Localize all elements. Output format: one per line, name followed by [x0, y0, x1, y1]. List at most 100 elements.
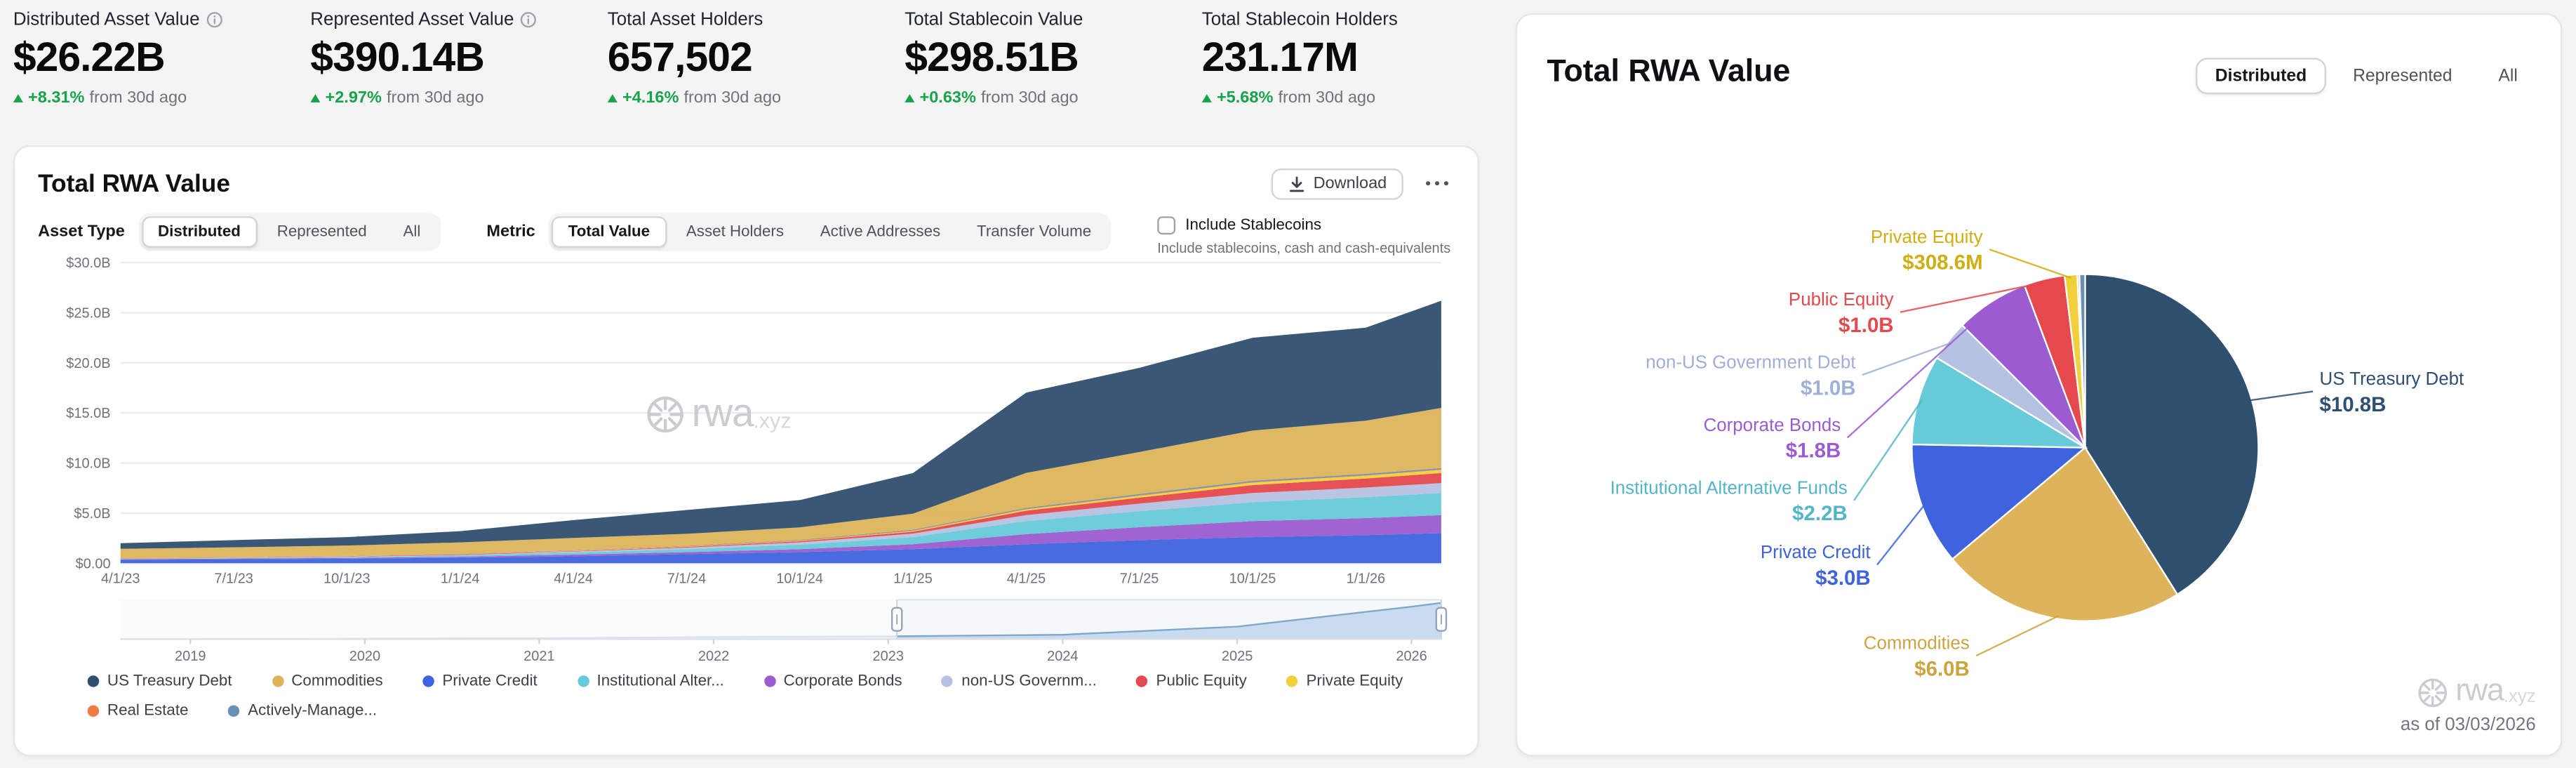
brush-year-label: 2023 — [873, 649, 904, 664]
x-tick-label: 10/1/24 — [776, 571, 823, 587]
metric-label: Metric — [486, 223, 535, 241]
stat-label: Total Stablecoin Value — [905, 10, 1083, 29]
asset-type-option-distributed[interactable]: Distributed — [141, 216, 257, 248]
include-stablecoins-checkbox[interactable] — [1157, 216, 1175, 234]
pie-callout-label-private-equity: Private Equity$308.6M — [1871, 226, 1983, 277]
legend-color-dot — [88, 675, 99, 687]
pie-label-name: Commodities — [1864, 633, 1970, 656]
watermark-suffix: .xyz — [2504, 687, 2536, 710]
legend-label: Real Estate — [107, 702, 189, 720]
chart-legend: US Treasury Debt Commodities Private Credi… — [88, 673, 1455, 732]
pie-label-value: $1.8B — [1704, 438, 1841, 465]
brush-year-label: 2019 — [175, 649, 206, 664]
asset-type-label: Asset Type — [38, 223, 125, 241]
pie-label-name: Corporate Bonds — [1704, 415, 1841, 439]
pie-callout-label-us-treasury-debt: US Treasury Debt$10.8B — [2320, 369, 2464, 419]
stat-label: Total Stablecoin Holders — [1202, 10, 1398, 29]
timeline-brush[interactable]: 20192020202120222023202420252026 — [28, 600, 1448, 666]
delta-up-icon — [310, 93, 320, 102]
total-rwa-value-chart-card: Total RWA Value Download Asset Type Dist… — [13, 145, 1479, 756]
brush-selection[interactable] — [897, 600, 1441, 639]
legend-item-non-us-governm[interactable]: non-US Governm... — [942, 673, 1097, 691]
legend-color-dot — [272, 675, 283, 687]
stat-total-stablecoin-holders: Total Stablecoin Holders 231.17M +5.68% f… — [1202, 10, 1499, 107]
pie-callout-label-private-credit: Private Credit$3.0B — [1761, 542, 1871, 592]
delta-percent: +0.63% — [919, 89, 975, 107]
pie-label-name: Institutional Alternative Funds — [1610, 477, 1848, 501]
pie-label-value: $308.6M — [1871, 250, 1983, 277]
legend-color-dot — [422, 675, 434, 687]
legend-item-commodities[interactable]: Commodities — [272, 673, 383, 691]
pie-callout-label-corporate-bonds: Corporate Bonds$1.8B — [1704, 415, 1841, 465]
metric-option-active-addresses[interactable]: Active Addresses — [803, 216, 957, 248]
metric-option-total-value[interactable]: Total Value — [552, 216, 666, 248]
brush-unselected-mask — [121, 600, 897, 639]
delta-percent: +5.68% — [1217, 89, 1273, 107]
legend-item-private-credit[interactable]: Private Credit — [422, 673, 538, 691]
delta-note: from 30d ago — [1278, 89, 1375, 107]
stat-total-stablecoin-value: Total Stablecoin Value $298.51B +0.63%fr… — [905, 10, 1201, 107]
x-tick-label: 4/1/25 — [1007, 571, 1046, 587]
legend-item-corporate-bonds[interactable]: Corporate Bonds — [763, 673, 902, 691]
delta-percent: +2.97% — [325, 89, 381, 107]
legend-label: Private Equity — [1306, 673, 1403, 691]
stat-value: 231.17M — [1202, 34, 1499, 82]
x-tick-label: 10/1/23 — [323, 571, 371, 587]
asset-type-option-all[interactable]: All — [387, 216, 437, 248]
delta-note: from 30d ago — [387, 89, 484, 107]
info-icon[interactable] — [206, 11, 223, 28]
brush-year-label: 2026 — [1396, 649, 1427, 664]
stat-value: $390.14B — [310, 34, 607, 82]
pie-label-name: US Treasury Debt — [2320, 369, 2464, 392]
stat-label: Represented Asset Value — [310, 10, 514, 29]
page: Distributed Asset Value $26.22B +8.31%fr… — [0, 0, 2576, 768]
legend-row: US Treasury Debt Commodities Private Credi… — [88, 673, 1455, 691]
more-options-button[interactable] — [1417, 177, 1458, 190]
pie-footer: rwa.xyz as of 03/03/2026 — [2401, 674, 2536, 735]
metric-option-transfer-volume[interactable]: Transfer Volume — [960, 216, 1107, 248]
rwa-watermark: rwa.xyz — [2417, 674, 2536, 710]
legend-item-us-treasury-debt[interactable]: US Treasury Debt — [88, 673, 232, 691]
legend-item-actively-manage[interactable]: Actively-Manage... — [228, 702, 377, 720]
stat-represented-asset-value: Represented Asset Value $390.14B +2.97% f… — [310, 10, 607, 107]
legend-label: Institutional Alter... — [597, 673, 724, 691]
info-icon[interactable] — [521, 11, 538, 28]
include-stablecoins-group: Include Stablecoins Include stablecoins,… — [1157, 216, 1450, 256]
brush-year-label: 2020 — [349, 649, 380, 664]
pie-labels: US Treasury Debt$10.8B Commodities$6.0B Pr… — [1517, 15, 2564, 758]
download-button[interactable]: Download — [1270, 168, 1403, 199]
y-tick-label: $15.0B — [66, 406, 110, 421]
x-tick-label: 10/1/25 — [1229, 571, 1276, 587]
stat-total-asset-holders: Total Asset Holders 657,502 +4.16%from 3… — [608, 10, 905, 107]
x-tick-label: 7/1/23 — [214, 571, 253, 587]
legend-color-dot — [1136, 675, 1147, 687]
stacked-area-chart[interactable]: $0.00$5.0B$10.0B$15.0B$20.0B$25.0B$30.0B… — [28, 256, 1448, 590]
legend-item-real-estate[interactable]: Real Estate — [88, 702, 189, 720]
legend-label: Commodities — [291, 673, 382, 691]
legend-label: Actively-Manage... — [248, 702, 377, 720]
pie-label-value: $10.8B — [2320, 392, 2464, 418]
delta-percent: +4.16% — [622, 89, 679, 107]
x-tick-label: 1/1/26 — [1347, 571, 1386, 587]
pie-label-name: Private Credit — [1761, 542, 1871, 566]
y-tick-label: $10.0B — [66, 456, 110, 472]
metric-option-asset-holders[interactable]: Asset Holders — [669, 216, 800, 248]
delta-up-icon — [13, 93, 23, 102]
pie-callout-label-commodities: Commodities$6.0B — [1864, 633, 1970, 683]
y-tick-label: $0.00 — [76, 556, 111, 571]
pie-callout-label-non-us-government-debt: non-US Government Debt$1.0B — [1646, 352, 1855, 402]
brush-year-label: 2022 — [698, 649, 729, 664]
stat-value: 657,502 — [608, 34, 905, 82]
legend-item-institutional-alter[interactable]: Institutional Alter... — [577, 673, 724, 691]
legend-item-public-equity[interactable]: Public Equity — [1136, 673, 1246, 691]
y-tick-label: $30.0B — [66, 256, 110, 271]
include-stablecoins-label: Include Stablecoins — [1185, 216, 1321, 234]
stat-value: $26.22B — [13, 34, 310, 82]
asset-type-option-represented[interactable]: Represented — [260, 216, 383, 248]
pie-label-name: Public Equity — [1789, 289, 1894, 313]
legend-color-dot — [577, 675, 588, 687]
legend-label: US Treasury Debt — [107, 673, 232, 691]
legend-item-private-equity[interactable]: Private Equity — [1286, 673, 1403, 691]
delta-up-icon — [1202, 93, 1212, 102]
pie-label-name: Private Equity — [1871, 226, 1983, 250]
